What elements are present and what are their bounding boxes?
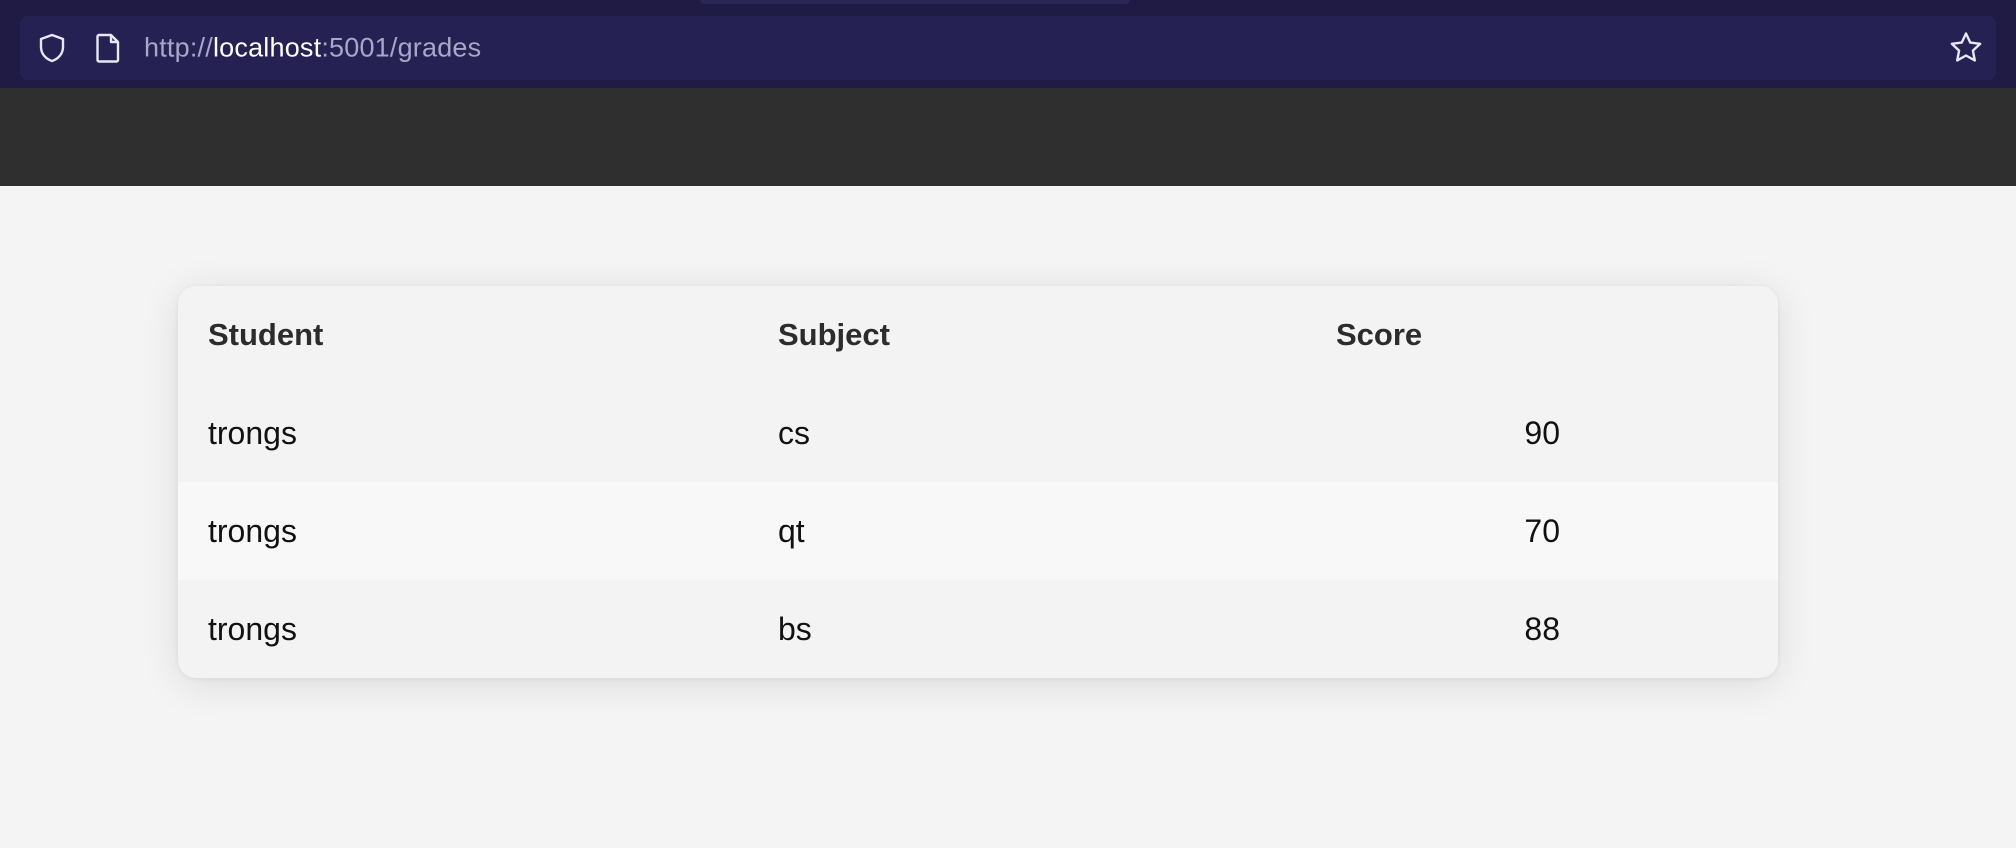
score-cell: 88 (1524, 610, 1560, 647)
url-path: :5001/grades (321, 32, 482, 63)
tab-strip-edge (700, 0, 1130, 4)
browser-chrome: http://localhost:5001/grades (0, 0, 2016, 88)
column-header-subject: Subject (778, 317, 890, 352)
app-header-bar (0, 88, 2016, 186)
subject-cell: qt (748, 482, 1306, 580)
column-header-score: Score (1336, 317, 1423, 352)
table-row: trongs cs 90 (178, 384, 1778, 482)
grades-card: Student Subject Score trongs cs 90 trong… (178, 286, 1778, 678)
table-row: trongs qt 70 (178, 482, 1778, 580)
subject-cell: cs (778, 414, 810, 451)
student-cell: trongs (208, 414, 297, 451)
table-header-row: Student Subject Score (178, 286, 1778, 384)
score-cell: 70 (1306, 482, 1778, 580)
address-bar[interactable]: http://localhost:5001/grades (20, 16, 1996, 80)
student-cell: trongs (208, 610, 297, 647)
score-cell: 90 (1524, 414, 1560, 451)
url-scheme: http:// (144, 32, 213, 63)
star-icon[interactable] (1946, 28, 1986, 68)
student-cell: trongs (178, 482, 748, 580)
subject-cell: bs (778, 610, 812, 647)
column-header-student: Student (208, 317, 324, 352)
url-text[interactable]: http://localhost:5001/grades (144, 33, 481, 64)
table-row: trongs bs 88 (178, 580, 1778, 678)
url-host: localhost (212, 32, 322, 63)
grades-table: Student Subject Score trongs cs 90 trong… (178, 286, 1778, 678)
page-icon (90, 30, 126, 66)
shield-icon[interactable] (34, 30, 70, 66)
